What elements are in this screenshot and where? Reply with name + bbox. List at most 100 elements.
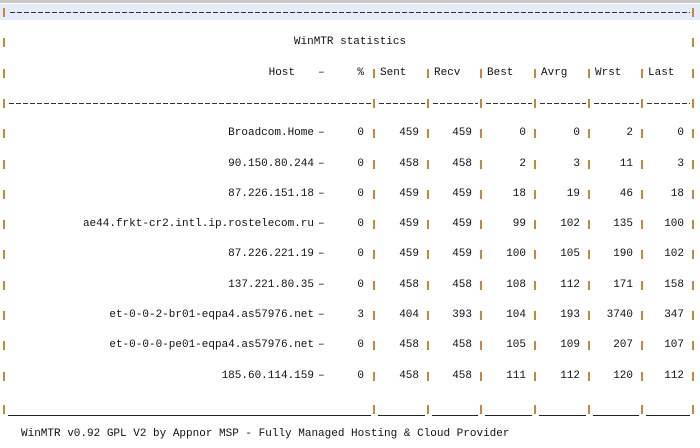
hop-sent: 458 <box>399 278 419 291</box>
hop-row: ae44.frkt-cr2.intl.ip.rostelecom.ru – 0 459… <box>0 216 700 232</box>
hop-recv: 459 <box>452 218 472 231</box>
column-separator <box>480 98 482 108</box>
underscore-rule <box>485 414 532 416</box>
column-separator <box>3 250 5 260</box>
hop-dash: – <box>318 339 325 352</box>
hop-loss-pct: 0 <box>357 248 364 261</box>
hop-recv: 458 <box>452 278 472 291</box>
column-separator <box>534 250 536 260</box>
bottom-rule <box>0 401 700 417</box>
column-separator <box>534 68 536 78</box>
header-best: Best <box>487 66 514 79</box>
column-separator <box>480 371 482 381</box>
hop-wrst: 11 <box>619 157 633 170</box>
hop-last: 0 <box>677 127 684 140</box>
hop-loss-pct: 0 <box>357 157 364 170</box>
column-separator <box>373 220 375 230</box>
header-wrst: Wrst <box>595 66 622 79</box>
column-separator <box>692 8 694 17</box>
hop-wrst: 190 <box>613 248 633 261</box>
column-separator <box>373 68 375 78</box>
hop-row: et-0-0-2-br01-eqpa4.as57976.net – 3 404 393 1… <box>0 307 700 323</box>
footer-text: WinMTR v0.92 GPL V2 by Appnor MSP - Full… <box>21 428 510 440</box>
column-separator <box>692 129 694 139</box>
column-separator <box>427 98 429 108</box>
hop-best: 105 <box>506 339 526 352</box>
column-separator <box>692 68 694 78</box>
hop-host: et-0-0-2-br01-eqpa4.as57976.net <box>109 309 314 321</box>
column-separator <box>641 129 643 139</box>
hop-row: et-0-0-0-pe01-eqpa4.as57976.net – 0 458 458 1… <box>0 337 700 353</box>
hop-recv: 459 <box>452 187 472 200</box>
column-separator <box>480 68 482 78</box>
column-separator <box>641 189 643 199</box>
hop-host: 87.226.221.19 <box>228 248 314 261</box>
column-separator <box>534 311 536 320</box>
hop-best: 108 <box>506 278 526 291</box>
hop-dash: – <box>318 187 325 200</box>
column-separator <box>641 250 643 260</box>
hop-dash: – <box>318 127 325 140</box>
hop-last: 100 <box>664 218 684 231</box>
hop-sent: 459 <box>399 187 419 200</box>
column-separator <box>480 159 482 169</box>
underscore-rule <box>8 414 371 416</box>
hop-sent: 458 <box>399 369 419 382</box>
column-separator <box>692 280 694 290</box>
column-separator <box>641 159 643 169</box>
header-row: Host –% Sent Recv Best Avrg Wrst Last <box>0 65 700 81</box>
hop-wrst: 135 <box>613 218 633 231</box>
column-separator <box>588 311 590 320</box>
column-separator <box>427 371 429 381</box>
hop-last: 18 <box>670 187 684 200</box>
column-separator <box>641 341 643 351</box>
hop-dash: – <box>318 369 325 382</box>
hop-sent: 404 <box>399 309 419 321</box>
hop-wrst: 171 <box>613 278 633 291</box>
column-separator <box>427 189 429 199</box>
column-separator <box>692 98 694 108</box>
column-separator <box>373 280 375 290</box>
hop-sent: 458 <box>399 339 419 352</box>
hop-dash: – <box>318 218 325 231</box>
title-row: WinMTR statistics <box>0 34 700 50</box>
hop-wrst: 3740 <box>606 309 633 321</box>
column-separator <box>641 371 643 381</box>
hop-sent: 458 <box>399 157 419 170</box>
hop-dash: – <box>318 157 325 170</box>
hop-row: 90.150.80.244– 0 458 458 2 3 11 3 <box>0 156 700 172</box>
dash-rule <box>540 102 586 104</box>
header-avrg: Avrg <box>541 66 568 79</box>
hop-dash: – <box>318 309 325 321</box>
hop-last: 112 <box>664 369 684 382</box>
hop-avrg: 105 <box>560 248 580 261</box>
column-separator <box>588 98 590 108</box>
column-separator <box>480 189 482 199</box>
hop-loss-pct: 0 <box>357 278 364 291</box>
column-separator <box>3 341 5 351</box>
hop-recv: 458 <box>452 339 472 352</box>
hop-best: 18 <box>512 187 526 200</box>
hop-recv: 458 <box>452 157 472 170</box>
hop-sent: 459 <box>399 248 419 261</box>
column-separator <box>588 404 590 414</box>
dash-rule <box>647 102 690 104</box>
hop-avrg: 112 <box>560 278 580 291</box>
column-separator <box>373 98 375 108</box>
dash-rule <box>9 102 371 104</box>
column-separator <box>588 371 590 381</box>
column-separator <box>534 98 536 108</box>
column-separator <box>641 98 643 108</box>
hop-avrg: 3 <box>573 157 580 170</box>
hop-best: 0 <box>519 127 526 140</box>
column-separator <box>373 250 375 260</box>
hop-best: 104 <box>506 309 526 321</box>
top-rule <box>0 4 700 20</box>
report-title: WinMTR statistics <box>293 36 407 49</box>
column-separator <box>641 311 643 320</box>
hop-recv: 459 <box>452 127 472 140</box>
column-separator <box>480 220 482 230</box>
header-dash: – <box>318 66 325 79</box>
hop-dash: – <box>318 248 325 261</box>
column-separator <box>534 189 536 199</box>
